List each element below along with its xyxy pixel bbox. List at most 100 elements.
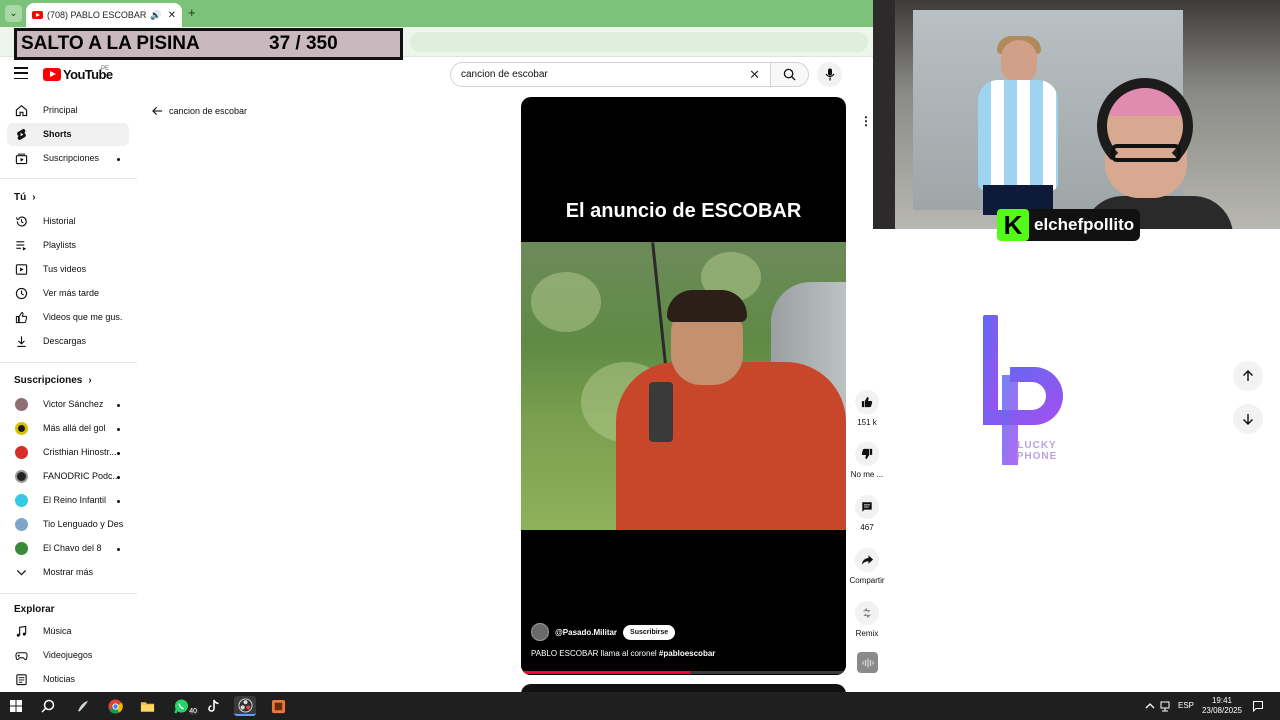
history-icon	[15, 216, 27, 227]
show-more-button[interactable]: Mostrar más	[7, 561, 129, 584]
avatar	[15, 398, 28, 411]
sidebar-item-noticias[interactable]: Noticias	[7, 668, 129, 691]
subscribe-button[interactable]: Suscribirse	[623, 624, 676, 640]
liked-videos-icon	[15, 311, 28, 324]
downloads-icon	[17, 336, 26, 347]
new-content-dot	[117, 158, 120, 161]
taskbar-app-tiktok[interactable]	[202, 696, 224, 716]
sidebar-item-tus-videos[interactable]: Tus videos	[7, 258, 129, 281]
taskbar-search-button[interactable]	[37, 696, 59, 716]
sidebar-item-ver-mas-tarde[interactable]: Ver más tarde	[7, 282, 129, 305]
sidebar-item-musica[interactable]: Música	[7, 620, 129, 643]
taskbar-app-obs[interactable]	[234, 696, 256, 716]
sidebar-divider	[0, 362, 137, 363]
chrome-icon	[107, 698, 123, 714]
sidebar-section-you[interactable]: Tú ›	[14, 192, 36, 203]
speaker-icon[interactable]: 🔊	[150, 10, 161, 21]
sidebar-item-playlists[interactable]: Playlists	[7, 234, 129, 257]
sidebar-sub-fanodric[interactable]: FANODRIC Podc...	[7, 465, 129, 488]
network-icon[interactable]	[1160, 700, 1172, 712]
sidebar-sub-el-reino-infantil[interactable]: El Reino Infantil	[7, 489, 129, 512]
comments-button[interactable]: 467	[848, 495, 886, 532]
sidebar-sub-victor-sanchez[interactable]: Victor Sánchez	[7, 393, 129, 416]
chevron-down-icon	[16, 570, 27, 576]
taskbar-app-chrome[interactable]	[104, 696, 126, 716]
sidebar-section-subscriptions[interactable]: Suscripciones ›	[14, 375, 92, 386]
like-button[interactable]: 151 k	[848, 390, 886, 427]
video-frame	[521, 242, 846, 530]
notifications-icon[interactable]	[1252, 700, 1264, 712]
sidebar-item-principal[interactable]: Principal	[7, 99, 129, 122]
video-caption: PABLO ESCOBAR llama al coronel #pabloesc…	[531, 649, 716, 658]
video-progress-bar[interactable]	[521, 671, 846, 674]
dislike-button[interactable]: No me ...	[848, 442, 886, 479]
remix-icon	[862, 607, 872, 619]
chevron-right-icon: ›	[88, 375, 92, 386]
watch-later-icon	[15, 287, 28, 300]
input-language[interactable]: ESP	[1178, 701, 1194, 710]
new-content-dot	[117, 476, 120, 479]
arrow-left-icon	[152, 106, 163, 116]
new-content-dot	[117, 500, 120, 503]
tray-expand-icon[interactable]	[1144, 700, 1156, 712]
whatsapp-unread-badge: 40	[188, 708, 198, 715]
gaming-icon	[15, 652, 28, 661]
browser-tab-active[interactable]: (708) PABLO ESCOBAR llama al coronel 🔊 ✕	[26, 3, 182, 27]
taskbar-app-file-explorer[interactable]	[136, 696, 158, 716]
sidebar-item-videojuegos[interactable]: Videojuegos	[7, 644, 129, 667]
tab-list-button[interactable]: ⌄	[5, 5, 22, 22]
start-button[interactable]	[5, 696, 27, 716]
windows-icon	[10, 700, 22, 712]
shorts-video-player[interactable]: El anuncio de ESCOBAR @Pasado.Militar Su…	[521, 97, 846, 675]
hashtag-link[interactable]: #pabloescobar	[659, 649, 715, 658]
previous-short-button[interactable]	[1233, 361, 1263, 391]
banner-count: 37 / 350	[269, 33, 338, 54]
taskbar-clock[interactable]: 19:41 23/08/2025	[1198, 696, 1246, 716]
sidebar-sub-tio-lenguado[interactable]: Tio Lenguado y Des...	[7, 513, 129, 536]
sidebar: Principal Shorts Suscripciones Tú › Hist…	[0, 96, 137, 692]
youtube-logo-icon	[43, 68, 61, 81]
whatsapp-icon	[173, 698, 188, 713]
sidebar-item-descargas[interactable]: Descargas	[7, 330, 129, 353]
taskbar-app-pen[interactable]	[72, 696, 94, 716]
sidebar-item-videos-que-me-gustan[interactable]: Videos que me gus...	[7, 306, 129, 329]
streamer-webcam	[873, 0, 1280, 229]
taskbar-app-media[interactable]	[267, 696, 289, 716]
channel-avatar[interactable]	[531, 623, 549, 641]
close-tab-icon[interactable]: ✕	[168, 10, 176, 21]
sidebar-item-historial[interactable]: Historial	[7, 210, 129, 233]
avatar	[15, 470, 28, 483]
remix-button[interactable]: Remix	[848, 601, 886, 638]
back-link-label: cancion de escobar	[169, 106, 248, 116]
sidebar-item-shorts[interactable]: Shorts	[7, 123, 129, 146]
voice-search-button[interactable]	[817, 62, 842, 87]
address-field[interactable]	[410, 32, 868, 52]
new-content-dot	[117, 548, 120, 551]
new-content-dot	[117, 404, 120, 407]
channel-name[interactable]: @Pasado.Militar	[555, 628, 617, 637]
new-content-dot	[117, 452, 120, 455]
taskbar-app-whatsapp[interactable]: 40	[170, 696, 198, 716]
back-to-search-link[interactable]: cancion de escobar	[152, 106, 247, 116]
sidebar-item-suscripciones[interactable]: Suscripciones	[7, 147, 129, 170]
share-button[interactable]: Compartir	[848, 548, 886, 585]
search-input[interactable]: cancion de escobar ✕	[450, 62, 771, 87]
new-tab-button[interactable]: +	[188, 5, 196, 20]
search-query: cancion de escobar	[461, 69, 548, 80]
clear-search-icon[interactable]: ✕	[749, 67, 760, 83]
audio-track-thumbnail[interactable]	[857, 652, 878, 673]
browser-tabstrip: ⌄ (708) PABLO ESCOBAR llama al coronel 🔊…	[0, 0, 873, 27]
sidebar-sub-el-chavo-del-8[interactable]: El Chavo del 8	[7, 537, 129, 560]
windows-taskbar: 40 ESP 19:41 23/08/2025	[0, 692, 1280, 720]
search-button[interactable]	[771, 62, 809, 87]
channel-row: @Pasado.Militar Suscribirse	[531, 623, 676, 641]
next-short-button[interactable]	[1233, 404, 1263, 434]
sidebar-sub-mas-alla-del-gol[interactable]: Más allá del gol	[7, 417, 129, 440]
sidebar-sub-cristhian-hinostroza[interactable]: Cristhian Hinostr...	[7, 441, 129, 464]
your-videos-icon	[15, 264, 28, 275]
comment-icon	[862, 502, 872, 512]
menu-icon[interactable]	[14, 67, 28, 79]
sponsor-logo-text: LUCKY PHONE	[1016, 440, 1058, 462]
streamer-username: elchefpollito	[1034, 215, 1135, 234]
streamer-name-badge: K elchefpollito	[997, 209, 1141, 241]
